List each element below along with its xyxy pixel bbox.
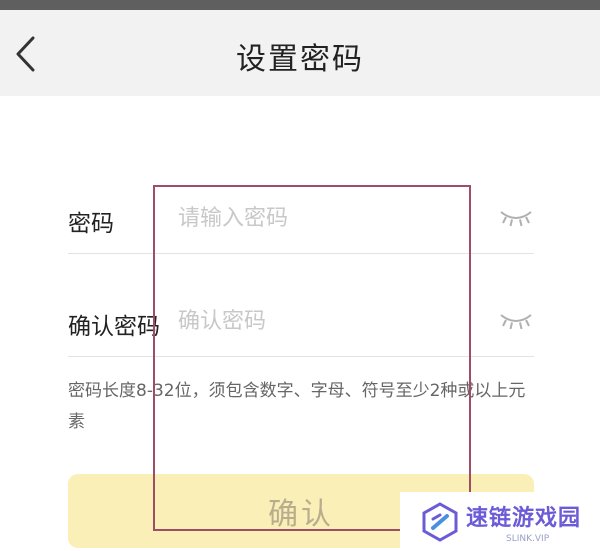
status-bar [0,0,600,10]
password-row: 密码 [68,170,534,270]
watermark-url: SLINK.VIP [506,533,550,544]
eye-closed-icon[interactable] [498,206,534,228]
hexagon-logo-icon [422,501,458,542]
page-title: 设置密码 [236,42,364,77]
divider [68,356,534,357]
eye-closed-icon[interactable] [498,309,534,331]
password-hint: 密码长度8-32位，须包含数字、字母、符号至少2种或以上元素 [68,381,526,432]
password-input[interactable] [178,196,478,240]
confirm-password-input[interactable] [178,299,478,343]
confirm-password-row: 确认密码 [68,273,534,373]
password-label: 密码 [68,211,114,237]
watermark: 速链游戏园 SLINK.VIP [400,492,600,551]
confirm-password-label: 确认密码 [68,314,160,340]
watermark-name: 速链游戏园 [466,505,582,531]
divider [68,253,534,254]
nav-bar: 设置密码 [0,10,600,96]
